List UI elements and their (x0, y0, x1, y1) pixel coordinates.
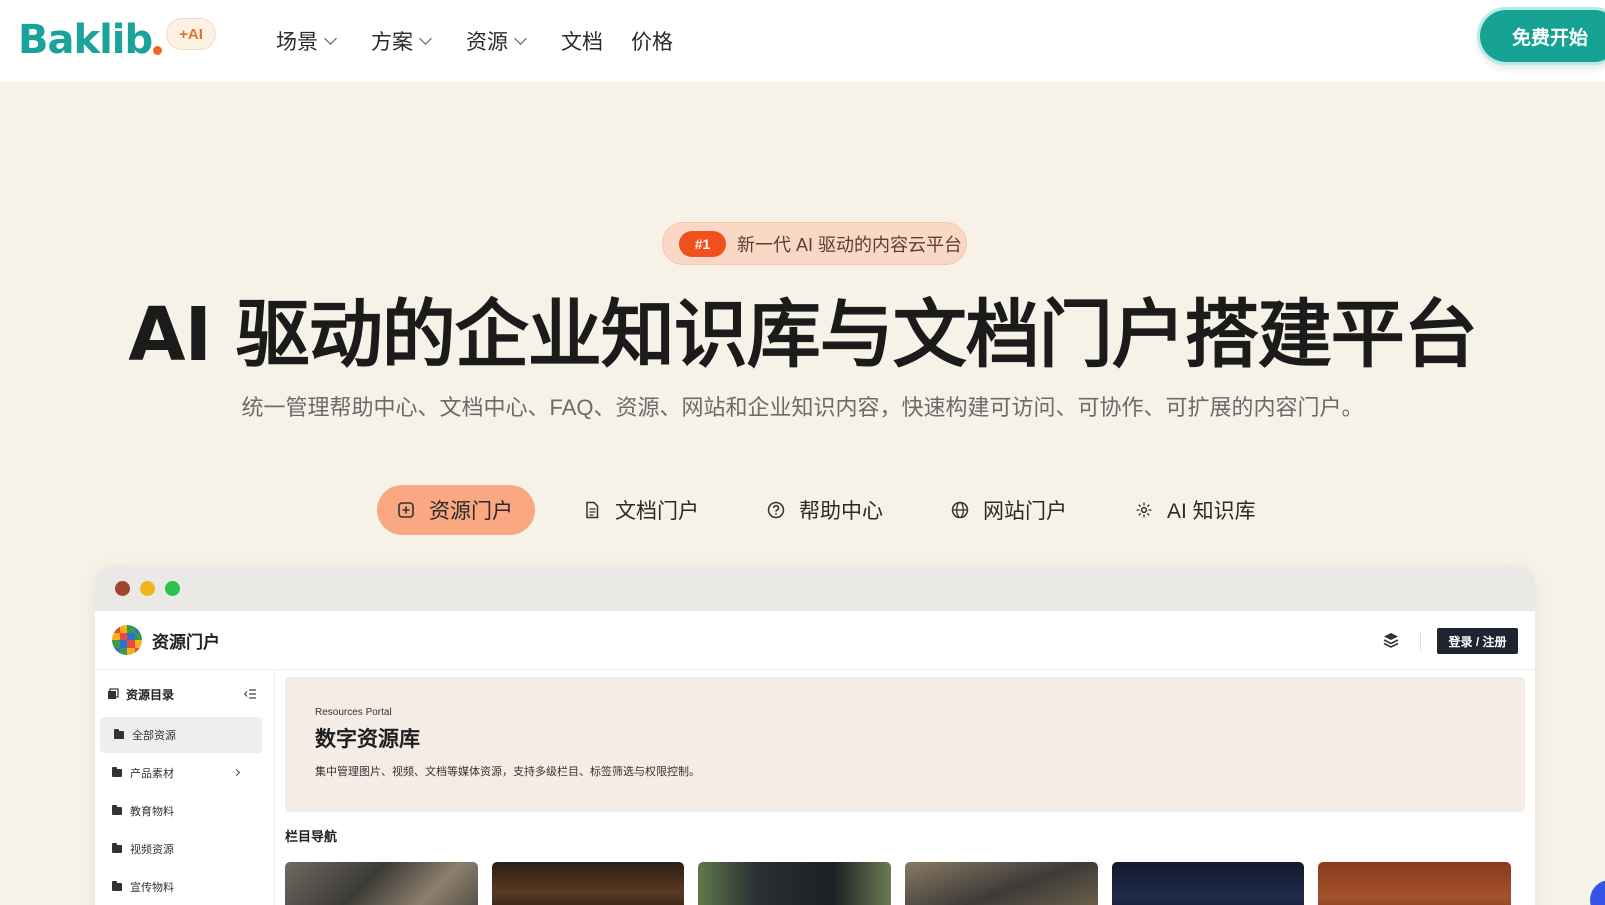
chevron-down-icon (514, 32, 527, 45)
hero-pill: #1 新一代 AI 驱动的内容云平台 (662, 222, 967, 265)
window-minimize-dot[interactable] (140, 580, 155, 596)
sidebar-item-video[interactable]: 视频资源 (100, 831, 262, 867)
start-free-button[interactable]: 免费开始 (1480, 10, 1605, 62)
collapse-sidebar-icon[interactable] (244, 689, 256, 699)
sidebar-item-promo[interactable]: 宣传物料 (100, 869, 262, 905)
sidebar-item-product-assets[interactable]: 产品素材 (100, 755, 262, 791)
tab-label: AI 知识库 (1167, 500, 1256, 523)
chevron-down-icon (419, 32, 432, 45)
help-circle-icon (767, 501, 785, 519)
category-thumbnail[interactable] (491, 862, 685, 905)
tab-website-portal[interactable]: 网站门户 (951, 485, 1067, 535)
sidebar-item-education[interactable]: 教育物料 (100, 793, 262, 829)
folder-icon (112, 767, 122, 777)
hero-pill-text: 新一代 AI 驱动的内容云平台 (737, 234, 963, 255)
category-thumbnail[interactable] (285, 862, 478, 905)
nav-link-docs[interactable]: 文档 (561, 26, 603, 56)
resource-main: Resources Portal 数字资源库 集中管理图片、视频、文档等媒体资源… (285, 677, 1525, 905)
tab-resource-portal[interactable]: 资源门户 (377, 485, 535, 535)
layers-icon[interactable] (1382, 631, 1400, 649)
tab-label: 资源门户 (429, 500, 513, 523)
logo-dot (153, 46, 163, 55)
nav-link-solutions[interactable]: 方案 (371, 26, 432, 56)
logo-tile (127, 625, 135, 633)
app-title: 资源门户 (152, 632, 220, 652)
logo-tile (127, 647, 135, 655)
sidebar-item-label: 产品素材 (130, 768, 174, 780)
logo-tile (119, 647, 127, 655)
window-titlebar (95, 565, 1535, 611)
tab-doc-portal[interactable]: 文档门户 (583, 485, 699, 535)
sidebar-header: 资源目录 (95, 671, 274, 717)
logo-tile (119, 625, 127, 633)
floating-chat-button[interactable] (1590, 880, 1605, 905)
folder-icon (114, 729, 124, 739)
catalog-icon (108, 688, 119, 699)
category-thumbnail[interactable] (698, 862, 892, 905)
tab-label: 帮助中心 (799, 500, 883, 523)
logo-tile (127, 640, 135, 648)
tab-help-center[interactable]: 帮助中心 (767, 485, 883, 535)
logo-tile (134, 625, 142, 633)
plus-square-icon (398, 502, 414, 518)
chevron-right-icon[interactable] (232, 768, 241, 777)
nav-links: 场景 方案 资源 文档 价格 (276, 0, 673, 82)
logo-tile (112, 647, 120, 655)
window-close-dot[interactable] (115, 580, 130, 596)
folder-icon (112, 805, 122, 815)
rank-badge: #1 (679, 230, 726, 257)
tab-ai-knowledge[interactable]: AI 知识库 (1135, 485, 1256, 535)
banner-description: 集中管理图片、视频、文档等媒体资源，支持多级栏目、标签筛选与权限控制。 (315, 766, 700, 778)
logo-tile (112, 640, 120, 648)
logo-tile (119, 640, 127, 648)
category-thumbnail[interactable] (905, 862, 1098, 905)
banner-kicker: Resources Portal (315, 707, 392, 718)
login-register-button[interactable]: 登录 / 注册 (1437, 628, 1518, 654)
portal-banner: Resources Portal 数字资源库 集中管理图片、视频、文档等媒体资源… (285, 677, 1525, 812)
banner-title: 数字资源库 (315, 728, 420, 751)
hero-title: AI 驱动的企业知识库与文档门户搭建平台 (128, 292, 1478, 378)
resource-sidebar: 资源目录 全部资源 产品素材 教育物料 视频资源 宣传物料 (95, 671, 275, 905)
sidebar-item-label: 教育物料 (130, 806, 174, 818)
chevron-down-icon (324, 32, 337, 45)
sidebar-item-all-resources[interactable]: 全部资源 (100, 717, 262, 753)
folder-icon (112, 843, 122, 853)
window-maximize-dot[interactable] (165, 580, 180, 596)
sparkle-icon (1136, 502, 1152, 518)
document-icon (586, 501, 599, 519)
sidebar-item-label: 全部资源 (132, 730, 176, 742)
logo-tile (119, 632, 127, 640)
logo-tile (112, 632, 120, 640)
nav-link-pricing[interactable]: 价格 (631, 26, 673, 56)
app-header: 资源门户 登录 / 注册 (95, 611, 1535, 670)
category-thumbnails (285, 862, 1525, 905)
globe-icon (951, 501, 969, 519)
top-navbar: Baklib +AI 场景 方案 资源 文档 价格 免费开始 (0, 0, 1605, 82)
preview-window: 资源门户 登录 / 注册 资源目录 全部资源 产品素材 教育物料 视频资源 宣传… (95, 565, 1535, 905)
portal-tabs: 资源门户 文档门户 帮助中心 网站门户 AI 知识库 (377, 485, 1256, 535)
logo-tile (127, 632, 135, 640)
brand-logo[interactable]: Baklib (18, 14, 163, 66)
category-thumbnail[interactable] (1318, 862, 1512, 905)
sidebar-item-label: 视频资源 (130, 844, 174, 856)
sidebar-item-label: 宣传物料 (130, 882, 174, 894)
category-thumbnail[interactable] (1111, 862, 1305, 905)
folder-icon (112, 881, 122, 891)
nav-link-resources[interactable]: 资源 (466, 26, 527, 56)
sidebar-title: 资源目录 (126, 687, 175, 702)
logo-tile (134, 632, 142, 640)
logo-tile (134, 640, 142, 648)
tab-label: 网站门户 (983, 500, 1067, 523)
hero-subtitle: 统一管理帮助中心、文档中心、FAQ、资源、网站和企业知识内容，快速构建可访问、可… (241, 395, 1364, 420)
ai-badge[interactable]: +AI (166, 18, 216, 50)
nav-link-scenarios[interactable]: 场景 (276, 26, 337, 56)
logo-tile (134, 647, 142, 655)
tab-label: 文档门户 (615, 500, 699, 523)
header-divider (1420, 631, 1421, 651)
section-title: 栏目导航 (285, 829, 338, 844)
logo-tile (112, 625, 120, 633)
app-logo[interactable] (112, 625, 142, 655)
